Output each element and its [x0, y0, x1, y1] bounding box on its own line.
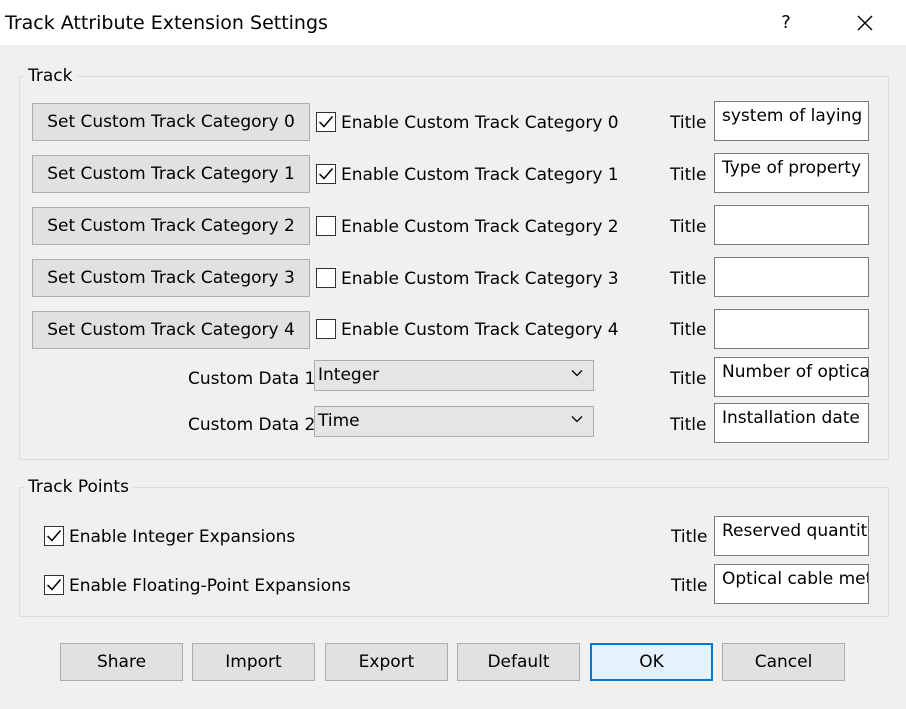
custom-data-1-label: Custom Data 1 [188, 369, 316, 389]
custom-data-1-title-input[interactable]: Number of optica [714, 357, 869, 397]
set-custom-track-category-3-button[interactable]: Set Custom Track Category 3 [32, 259, 310, 297]
title-bar: Track Attribute Extension Settings ? [0, 0, 906, 45]
category-0-title-input[interactable]: system of laying [714, 101, 869, 141]
track-points-group-label: Track Points [24, 477, 133, 497]
enable-custom-track-category-2-label: Enable Custom Track Category 2 [341, 217, 619, 237]
enable-custom-track-category-4-checkbox[interactable] [316, 319, 336, 339]
cancel-button[interactable]: Cancel [722, 643, 845, 681]
enable-custom-track-category-0-label: Enable Custom Track Category 0 [341, 113, 619, 133]
checkmark-icon [318, 116, 334, 128]
import-button[interactable]: Import [192, 643, 315, 681]
title-label: Title [670, 415, 707, 435]
category-2-title-input[interactable] [714, 205, 869, 245]
enable-floating-point-expansions-label: Enable Floating-Point Expansions [69, 576, 351, 596]
title-label: Title [670, 165, 707, 185]
enable-integer-expansions-label: Enable Integer Expansions [69, 527, 296, 547]
enable-floating-point-expansions-checkbox[interactable] [44, 575, 64, 595]
close-icon [857, 15, 873, 30]
floating-point-expansions-title-input[interactable]: Optical cable met [714, 564, 869, 604]
help-button[interactable]: ? [769, 0, 803, 45]
enable-custom-track-category-1-checkbox[interactable] [316, 164, 336, 184]
set-custom-track-category-2-button[interactable]: Set Custom Track Category 2 [32, 207, 310, 245]
window-title: Track Attribute Extension Settings [5, 12, 328, 34]
enable-custom-track-category-3-checkbox[interactable] [316, 268, 336, 288]
category-1-title-input[interactable]: Type of property [714, 153, 869, 193]
enable-custom-track-category-2-checkbox[interactable] [316, 216, 336, 236]
custom-data-2-title-input[interactable]: Installation date [714, 403, 869, 443]
custom-data-1-selected-value: Integer [318, 365, 380, 385]
checkmark-icon [46, 579, 62, 591]
checkmark-icon [318, 168, 334, 180]
custom-data-1-select[interactable]: Integer [314, 360, 594, 391]
title-label: Title [670, 217, 707, 237]
title-label: Title [670, 369, 707, 389]
category-3-title-input[interactable] [714, 257, 869, 297]
title-label: Title [671, 527, 708, 547]
enable-custom-track-category-1-label: Enable Custom Track Category 1 [341, 165, 619, 185]
export-button[interactable]: Export [325, 643, 448, 681]
custom-data-2-label: Custom Data 2 [188, 415, 316, 435]
set-custom-track-category-0-button[interactable]: Set Custom Track Category 0 [32, 103, 310, 141]
title-label: Title [670, 113, 707, 133]
title-label: Title [670, 269, 707, 289]
custom-data-2-select[interactable]: Time [314, 406, 594, 437]
checkmark-icon [46, 530, 62, 542]
share-button[interactable]: Share [60, 643, 183, 681]
chevron-down-icon [571, 416, 583, 423]
enable-custom-track-category-4-label: Enable Custom Track Category 4 [341, 320, 619, 340]
track-group-label: Track [24, 66, 77, 86]
enable-custom-track-category-0-checkbox[interactable] [316, 112, 336, 132]
custom-data-2-selected-value: Time [318, 411, 360, 431]
chevron-down-icon [571, 370, 583, 377]
title-label: Title [671, 576, 708, 596]
set-custom-track-category-1-button[interactable]: Set Custom Track Category 1 [32, 155, 310, 193]
category-4-title-input[interactable] [714, 309, 869, 349]
close-button[interactable] [845, 0, 885, 45]
integer-expansions-title-input[interactable]: Reserved quantity [714, 516, 869, 556]
set-custom-track-category-4-button[interactable]: Set Custom Track Category 4 [32, 311, 310, 349]
default-button[interactable]: Default [457, 643, 580, 681]
enable-custom-track-category-3-label: Enable Custom Track Category 3 [341, 269, 619, 289]
title-label: Title [670, 320, 707, 340]
ok-button[interactable]: OK [590, 643, 713, 681]
enable-integer-expansions-checkbox[interactable] [44, 526, 64, 546]
